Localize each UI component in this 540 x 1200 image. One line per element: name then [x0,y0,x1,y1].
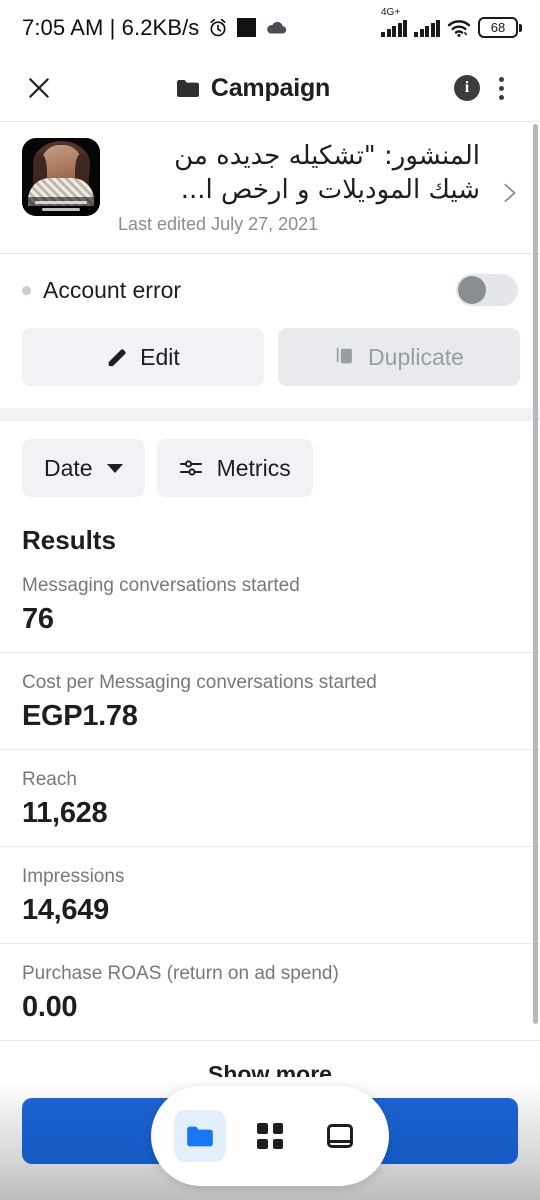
wifi-icon [447,19,471,37]
copy-icon [336,347,352,364]
alarm-clock-icon [210,18,226,36]
info-icon: i [454,75,480,101]
status-label: Account error [43,276,182,303]
toggle-knob [458,276,486,304]
duplicate-button[interactable]: Duplicate [278,328,520,386]
pencil-icon [108,349,126,367]
status-clock: 7:05 AM | 6.2KB/s [22,14,200,40]
results-heading: Results [22,525,116,555]
vertical-scrollbar[interactable] [533,124,538,1024]
card-window-icon [327,1124,353,1148]
folder-icon [187,1126,213,1146]
chevron-down-icon [106,463,123,473]
bottom-navigation-zone [0,1080,540,1200]
campaign-status-row: Account error [0,254,540,318]
network-type-label: 4G+ [381,6,401,18]
post-text-block: المنشور: "تشكيله جديده من شيك الموديلات … [118,138,480,235]
edit-button[interactable]: Edit [22,328,264,386]
chevron-right-icon[interactable] [498,182,520,204]
page-title: Campaign [210,73,331,102]
avatar [22,138,100,216]
close-button[interactable] [22,71,56,105]
metric-row: Reach 11,628 [0,750,540,847]
app-screen: 7:05 AM | 6.2KB/s 4G+ 68 Campaign i المن… [0,0,540,1200]
metric-label: Purchase ROAS (return on ad spend) [22,963,339,984]
metric-value: 0.00 [22,991,78,1023]
content-scroll-area[interactable]: المنشور: "تشكيله جديده من شيك الموديلات … [0,121,540,1077]
edit-button-label: Edit [140,343,180,370]
nav-item-apps[interactable] [244,1110,296,1162]
folder-icon [176,79,199,97]
app-header: Campaign i [0,55,540,121]
filter-chips-row: Date Metrics [0,421,540,511]
status-badge [22,285,31,295]
signal-icon-primary: 4G+ [381,7,407,37]
metric-label: Impressions [22,866,125,887]
tune-sliders-icon [179,460,202,476]
battery-icon: 68 [478,17,522,38]
date-filter-label: Date [44,454,93,481]
status-bar-left: 7:05 AM | 6.2KB/s [22,15,287,41]
nav-item-folder[interactable] [174,1110,226,1162]
overflow-menu-button[interactable] [484,71,518,105]
cloud-icon [267,21,287,34]
floating-nav-pill [151,1086,389,1186]
action-buttons-row: Edit Duplicate [0,318,540,408]
metric-row: Purchase ROAS (return on ad spend) 0.00 [0,944,540,1041]
duplicate-button-label: Duplicate [368,343,464,370]
info-button[interactable]: i [450,71,484,105]
metric-label: Messaging conversations started [22,575,300,596]
metric-value: EGP1.78 [22,700,138,732]
status-bar-right: 4G+ 68 [381,7,522,38]
post-title: المنشور: "تشكيله جديده من شيك الموديلات … [174,141,480,205]
campaign-post-row[interactable]: المنشور: "تشكيله جديده من شيك الموديلات … [0,122,540,253]
nav-item-window[interactable] [314,1110,366,1162]
metrics-filter-label: Metrics [216,454,291,481]
metric-value: 11,628 [22,797,108,829]
metrics-filter-chip[interactable]: Metrics [156,439,313,497]
show-more-button[interactable]: Show more [0,1041,540,1077]
signal-icon-secondary [414,19,440,37]
metric-value: 76 [22,603,54,635]
header-title-group: Campaign [56,74,450,103]
date-filter-chip[interactable]: Date [22,439,145,497]
battery-level-label: 68 [490,20,506,35]
metric-label: Reach [22,769,77,790]
metric-value: 14,649 [22,894,109,926]
black-square-icon [237,18,257,37]
more-vertical-icon [498,76,504,100]
campaign-active-toggle[interactable] [456,274,518,306]
metric-row: Cost per Messaging conversations started… [0,653,540,750]
metric-row: Impressions 14,649 [0,847,540,944]
section-separator-band [0,408,540,421]
metric-row: Messaging conversations started 76 [0,556,540,653]
grid-apps-icon [257,1123,283,1149]
close-icon [29,78,49,98]
status-bar: 7:05 AM | 6.2KB/s 4G+ 68 [0,0,540,55]
post-last-edited: Last edited July 27, 2021 [118,214,319,234]
metric-label: Cost per Messaging conversations started [22,672,377,693]
